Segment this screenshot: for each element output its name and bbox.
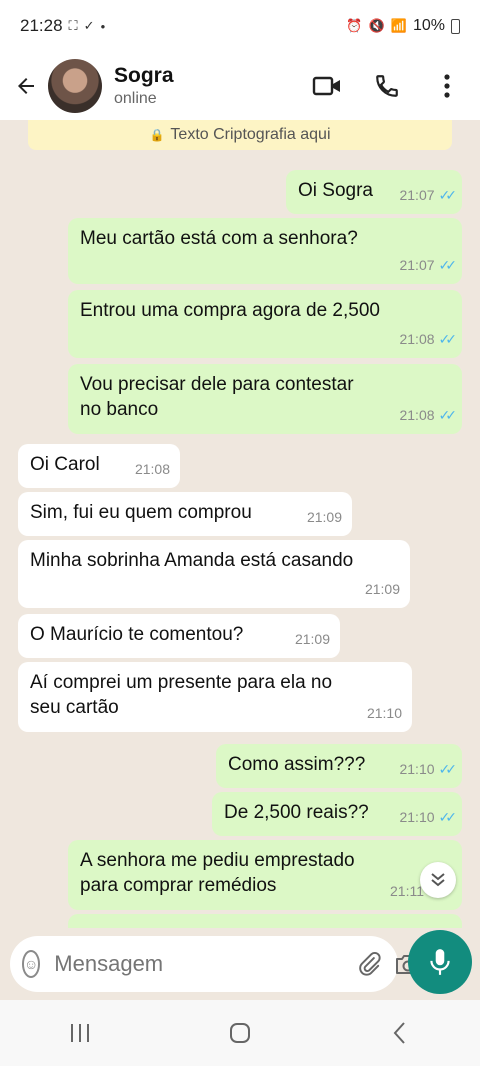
double-check-icon: ✓✓: [438, 407, 458, 423]
message-outgoing[interactable]: Entrou uma compra agora de 2,500 21:08 ✓✓: [68, 290, 462, 358]
mute-icon: 🔇: [368, 18, 385, 33]
message-incoming[interactable]: Aí comprei um presente para ela no seu c…: [18, 662, 412, 732]
video-call-icon[interactable]: [312, 71, 342, 101]
message-outgoing-partial[interactable]: [68, 914, 462, 928]
contact-info[interactable]: Sogra online: [114, 64, 312, 108]
voice-call-icon[interactable]: [372, 71, 402, 101]
message-outgoing[interactable]: Meu cartão está com a senhora? 21:07 ✓✓: [68, 218, 462, 284]
recent-apps-icon[interactable]: [60, 1013, 100, 1053]
wifi-icon: 📶: [390, 18, 407, 33]
message-time: 21:10: [366, 705, 402, 721]
status-bar: 21:28 ⛶ ✓ • ⏰ 🔇 📶 10%: [0, 0, 480, 52]
alarm-icon: ⏰: [346, 18, 363, 33]
status-time: 21:28: [20, 16, 63, 35]
message-incoming[interactable]: Sim, fui eu quem comprou 21:09: [18, 492, 352, 536]
message-time: 21:11: [390, 883, 424, 899]
message-text: O Maurício te comentou?: [30, 624, 244, 645]
message-outgoing[interactable]: A senhora me pediu emprestado para compr…: [68, 840, 462, 910]
double-check-icon: ✓✓: [438, 187, 458, 203]
message-time: 21:10: [399, 809, 435, 825]
message-incoming[interactable]: O Maurício te comentou? 21:09: [18, 614, 340, 658]
double-check-icon: ✓✓: [438, 761, 458, 777]
contact-name: Sogra: [114, 64, 174, 87]
message-outgoing[interactable]: Como assim??? 21:10 ✓✓: [216, 744, 462, 788]
double-check-icon: ✓✓: [438, 331, 458, 347]
message-text: Aí comprei um presente para ela no seu c…: [30, 672, 333, 718]
message-outgoing[interactable]: Vou precisar dele para contestar no banc…: [68, 364, 462, 434]
home-icon[interactable]: [220, 1013, 260, 1053]
chat-header: Sogra online: [0, 52, 480, 120]
download-icon: ✓: [83, 18, 95, 33]
message-text: Como assim???: [228, 754, 366, 775]
message-time: 21:10: [399, 761, 435, 777]
more-options-icon[interactable]: [432, 71, 462, 101]
encryption-notice: 🔒 Texto Criptografia aqui: [28, 120, 452, 150]
message-time: 21:08: [399, 407, 435, 423]
chevron-double-down-icon: [431, 873, 445, 887]
attach-icon[interactable]: [356, 949, 382, 979]
screenshot-icon: ⛶: [68, 18, 78, 33]
message-text: Vou precisar dele para contestar no banc…: [80, 374, 354, 420]
message-incoming[interactable]: Oi Carol 21:08: [18, 444, 180, 488]
lock-icon: 🔒: [149, 128, 165, 142]
message-time: 21:08: [399, 331, 435, 347]
battery-percent: 10%: [412, 17, 445, 34]
mic-button[interactable]: [408, 930, 472, 994]
double-check-icon: ✓✓: [438, 809, 458, 825]
message-text: Minha sobrinha Amanda está casando: [30, 550, 354, 571]
system-nav-bar: [0, 1000, 480, 1066]
message-outgoing[interactable]: Oi Sogra 21:07 ✓✓: [286, 170, 462, 214]
message-time: 21:09: [306, 509, 342, 525]
back-arrow-icon[interactable]: [12, 72, 40, 100]
message-incoming[interactable]: Minha sobrinha Amanda está casando 21:09: [18, 540, 410, 608]
double-check-icon: ✓✓: [438, 257, 458, 273]
message-text: Entrou uma compra agora de 2,500: [80, 300, 380, 321]
chat-area[interactable]: 🔒 Texto Criptografia aqui Oi Sogra 21:07…: [0, 120, 480, 928]
message-time: 21:07: [399, 187, 435, 203]
scroll-to-bottom-button[interactable]: [420, 862, 456, 898]
notification-dot-icon: •: [100, 18, 106, 34]
emoji-icon[interactable]: ☺: [22, 950, 41, 978]
message-outgoing[interactable]: De 2,500 reais?? 21:10 ✓✓: [212, 792, 462, 836]
message-time: 21:09: [294, 631, 330, 647]
message-input[interactable]: [52, 950, 345, 978]
avatar[interactable]: [48, 59, 102, 113]
message-input-container: ☺: [10, 936, 421, 992]
message-text: De 2,500 reais??: [224, 802, 369, 823]
battery-icon: [451, 18, 460, 34]
message-time: 21:09: [364, 581, 400, 597]
message-time: 21:08: [134, 461, 170, 477]
message-text: Meu cartão está com a senhora?: [80, 228, 358, 249]
back-icon[interactable]: [380, 1013, 420, 1053]
encryption-text: Texto Criptografia aqui: [170, 126, 331, 143]
message-text: A senhora me pediu emprestado para compr…: [80, 850, 355, 896]
message-text: Oi Sogra: [298, 180, 373, 201]
contact-status: online: [114, 90, 157, 107]
message-text: Sim, fui eu quem comprou: [30, 502, 252, 523]
message-time: 21:07: [399, 257, 435, 273]
mic-icon: [430, 949, 450, 975]
message-text: Oi Carol: [30, 454, 100, 475]
